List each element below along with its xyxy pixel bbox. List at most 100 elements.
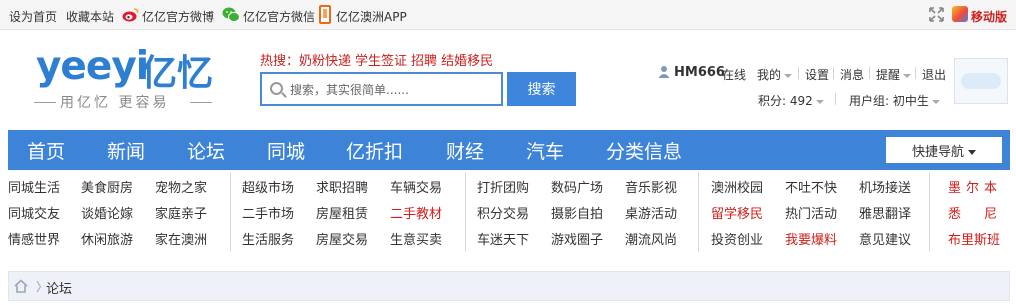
hot-search-item[interactable]: 学生签证 [355,54,407,69]
link-item[interactable]: 房屋交易 [316,229,368,248]
logo-text-en[interactable]: yeeyi [36,44,149,89]
breadcrumb-current[interactable]: 论坛 [46,278,72,297]
link-item[interactable]: 不吐不快 [785,177,837,196]
link-item[interactable]: 音乐影视 [625,177,677,196]
link-item[interactable]: 机场接送 [859,177,911,196]
home-icon[interactable] [14,279,28,293]
slogan-line-left [34,102,56,103]
top-utility-bar: 设为首页 收藏本站 亿亿官方微博 亿亿官方微信 亿亿澳洲APP 移动版 [0,0,1016,30]
link-item[interactable]: 打折团购 [477,177,529,196]
link-item[interactable]: 情感世界 [8,229,60,248]
nav-item-home[interactable]: 首页 [27,137,65,164]
link-item[interactable]: 数码广场 [551,177,603,196]
my-menu[interactable]: 我的 [757,66,793,83]
link-item[interactable]: 车辆交易 [390,177,442,196]
mobile-version-link[interactable]: 移动版 [971,8,1007,25]
link-item[interactable]: 宠物之家 [155,177,207,196]
avatar-image [961,73,1001,89]
city-link-brisbane[interactable]: 布里斯班 [948,229,1000,248]
link-item[interactable]: 家庭亲子 [155,203,207,222]
divider [835,93,836,105]
logo-text-cn[interactable]: 亿忆 [141,44,213,96]
link-item[interactable]: 生意买卖 [390,229,442,248]
link-item[interactable]: 我要爆料 [785,229,837,248]
city-link-sydney[interactable]: 尼 [984,203,997,222]
nav-item-discount[interactable]: 亿折扣 [346,137,403,164]
link-item[interactable]: 雅思翻译 [859,203,911,222]
nav-item-city[interactable]: 同城 [267,137,305,164]
nav-item-finance[interactable]: 财经 [446,137,484,164]
weibo-icon[interactable] [122,7,139,22]
hot-search-item[interactable]: 奶粉快递 [299,54,351,69]
link-item[interactable]: 留学移民 [711,203,763,222]
link-item[interactable]: 同城交友 [8,203,60,222]
quick-nav-button[interactable]: 快捷导航 [886,137,1002,163]
link-item[interactable]: 房屋租赁 [316,203,368,222]
link-item[interactable]: 家在澳洲 [155,229,207,248]
link-item[interactable]: 游戏圈子 [551,229,603,248]
chevron-down-icon [815,99,824,104]
breadcrumb: 〉 论坛 [8,271,1010,301]
phone-icon[interactable] [319,5,331,24]
weibo-link[interactable]: 亿亿官方微博 [142,8,214,25]
link-item[interactable]: 摄影自拍 [551,203,603,222]
link-item[interactable]: 同城生活 [8,177,60,196]
nav-item-forum[interactable]: 论坛 [187,137,225,164]
search-box [260,72,503,106]
city-link-melbourne[interactable]: 尔 [966,177,979,196]
city-link-melbourne[interactable]: 本 [984,177,997,196]
divider [798,67,799,79]
link-item[interactable]: 潮流风尚 [625,229,677,248]
link-item[interactable]: 桌游活动 [625,203,677,222]
link-item[interactable]: 谈婚论嫁 [81,203,133,222]
my-menu-label: 我的 [757,68,782,82]
link-item[interactable]: 意见建议 [859,229,911,248]
nav-item-news[interactable]: 新闻 [107,137,145,164]
hot-search: 热搜：奶粉快递 学生签证 招聘 结婚移民 [260,50,497,69]
hot-search-item[interactable]: 招聘 [411,54,437,69]
settings-link[interactable]: 设置 [805,66,829,83]
hot-search-item[interactable]: 结婚移民 [441,54,493,69]
username[interactable]: HM666 [674,65,725,80]
avatar[interactable] [954,58,1008,104]
fullscreen-icon[interactable] [929,7,944,22]
city-link-melbourne[interactable]: 墨 [948,177,961,196]
link-item[interactable]: 车迷天下 [477,229,529,248]
messages-link[interactable]: 消息 [840,66,864,83]
slogan-line-right [190,102,212,103]
search-input[interactable] [290,80,495,100]
divider [869,67,870,79]
app-link[interactable]: 亿亿澳洲APP [336,8,407,25]
link-item[interactable]: 积分交易 [477,203,529,222]
remind-menu[interactable]: 提醒 [876,66,912,83]
points-menu[interactable]: 积分: 492 [758,92,824,109]
link-item[interactable]: 生活服务 [242,229,294,248]
link-item[interactable]: 美食厨房 [81,177,133,196]
divider [915,67,916,79]
nav-item-classifieds[interactable]: 分类信息 [606,137,682,164]
link-item[interactable]: 热门活动 [785,203,837,222]
search-button[interactable]: 搜索 [507,72,576,106]
divider [465,172,466,252]
chevron-down-icon [784,73,793,78]
link-item[interactable]: 求职招聘 [316,177,368,196]
divider [929,172,930,252]
usergroup-menu[interactable]: 用户组: 初中生 [849,92,940,109]
link-item[interactable]: 休闲旅游 [81,229,133,248]
wechat-icon[interactable] [222,6,240,23]
nav-item-auto[interactable]: 汽车 [526,137,564,164]
logout-link[interactable]: 退出 [922,66,946,83]
city-link-sydney[interactable]: 悉 [948,203,961,222]
link-item[interactable]: 超级市场 [242,177,294,196]
bookmark-link[interactable]: 收藏本站 [66,8,114,25]
wechat-link[interactable]: 亿亿官方微信 [243,8,315,25]
link-item[interactable]: 二手教材 [390,203,442,222]
link-item[interactable]: 澳洲校园 [711,177,763,196]
user-icon [658,66,670,78]
link-item[interactable]: 投资创业 [711,229,763,248]
quick-nav-label: 快捷导航 [911,144,964,160]
mobile-app-icon[interactable] [952,6,968,22]
link-item[interactable]: 二手市场 [242,203,294,222]
set-home-link[interactable]: 设为首页 [9,8,57,25]
search-icon [270,82,283,95]
